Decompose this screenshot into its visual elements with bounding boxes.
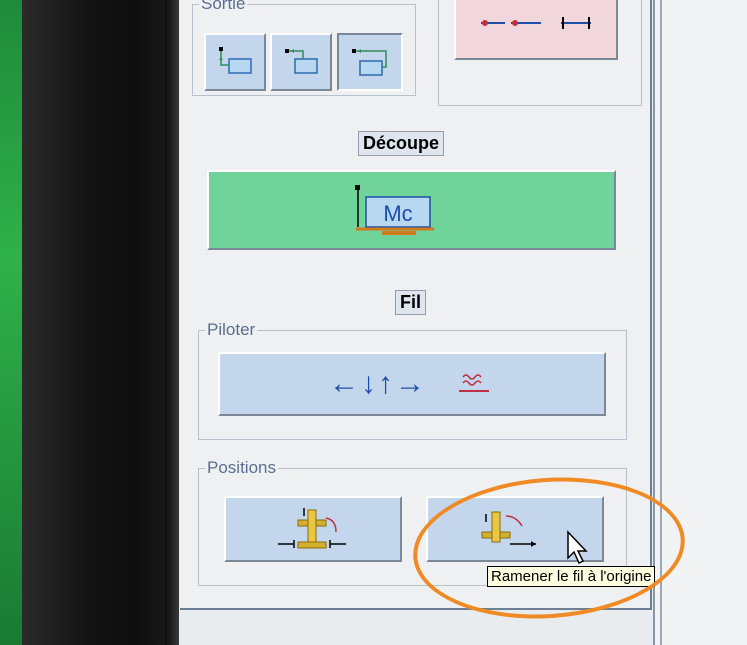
wire-path-icon [481, 17, 591, 29]
center-wire-button[interactable] [224, 496, 402, 562]
decoupe-heading: Découpe [358, 131, 445, 156]
decoupe-button[interactable]: Mc [207, 170, 616, 250]
sortie-exit-icon [352, 49, 387, 76]
decoupe-machine-icon: Mc [354, 185, 434, 235]
sortie-option-3-button[interactable] [337, 33, 403, 91]
decoupe-glyph: Mc [383, 201, 412, 226]
positions-legend: Positions [207, 458, 276, 477]
sortie-option-1-button[interactable] [204, 33, 266, 91]
mode-button[interactable] [454, 0, 618, 60]
sortie-option-2-button[interactable] [270, 33, 332, 91]
fil-heading: Fil [395, 290, 426, 315]
sortie-entry-icon [219, 47, 252, 74]
piloter-legend: Piloter [207, 320, 256, 339]
direction-arrows-icon: ←↓↑→ [329, 367, 427, 400]
sortie-legend: Sortie [201, 0, 246, 13]
screen-edge [165, 0, 179, 645]
piloter-button[interactable]: ←↓↑→ [218, 352, 606, 416]
sortie-middle-icon [285, 49, 318, 74]
monitor-bezel [22, 0, 182, 645]
wire-heat-icon [459, 374, 489, 392]
center-wire-icon [278, 508, 346, 549]
